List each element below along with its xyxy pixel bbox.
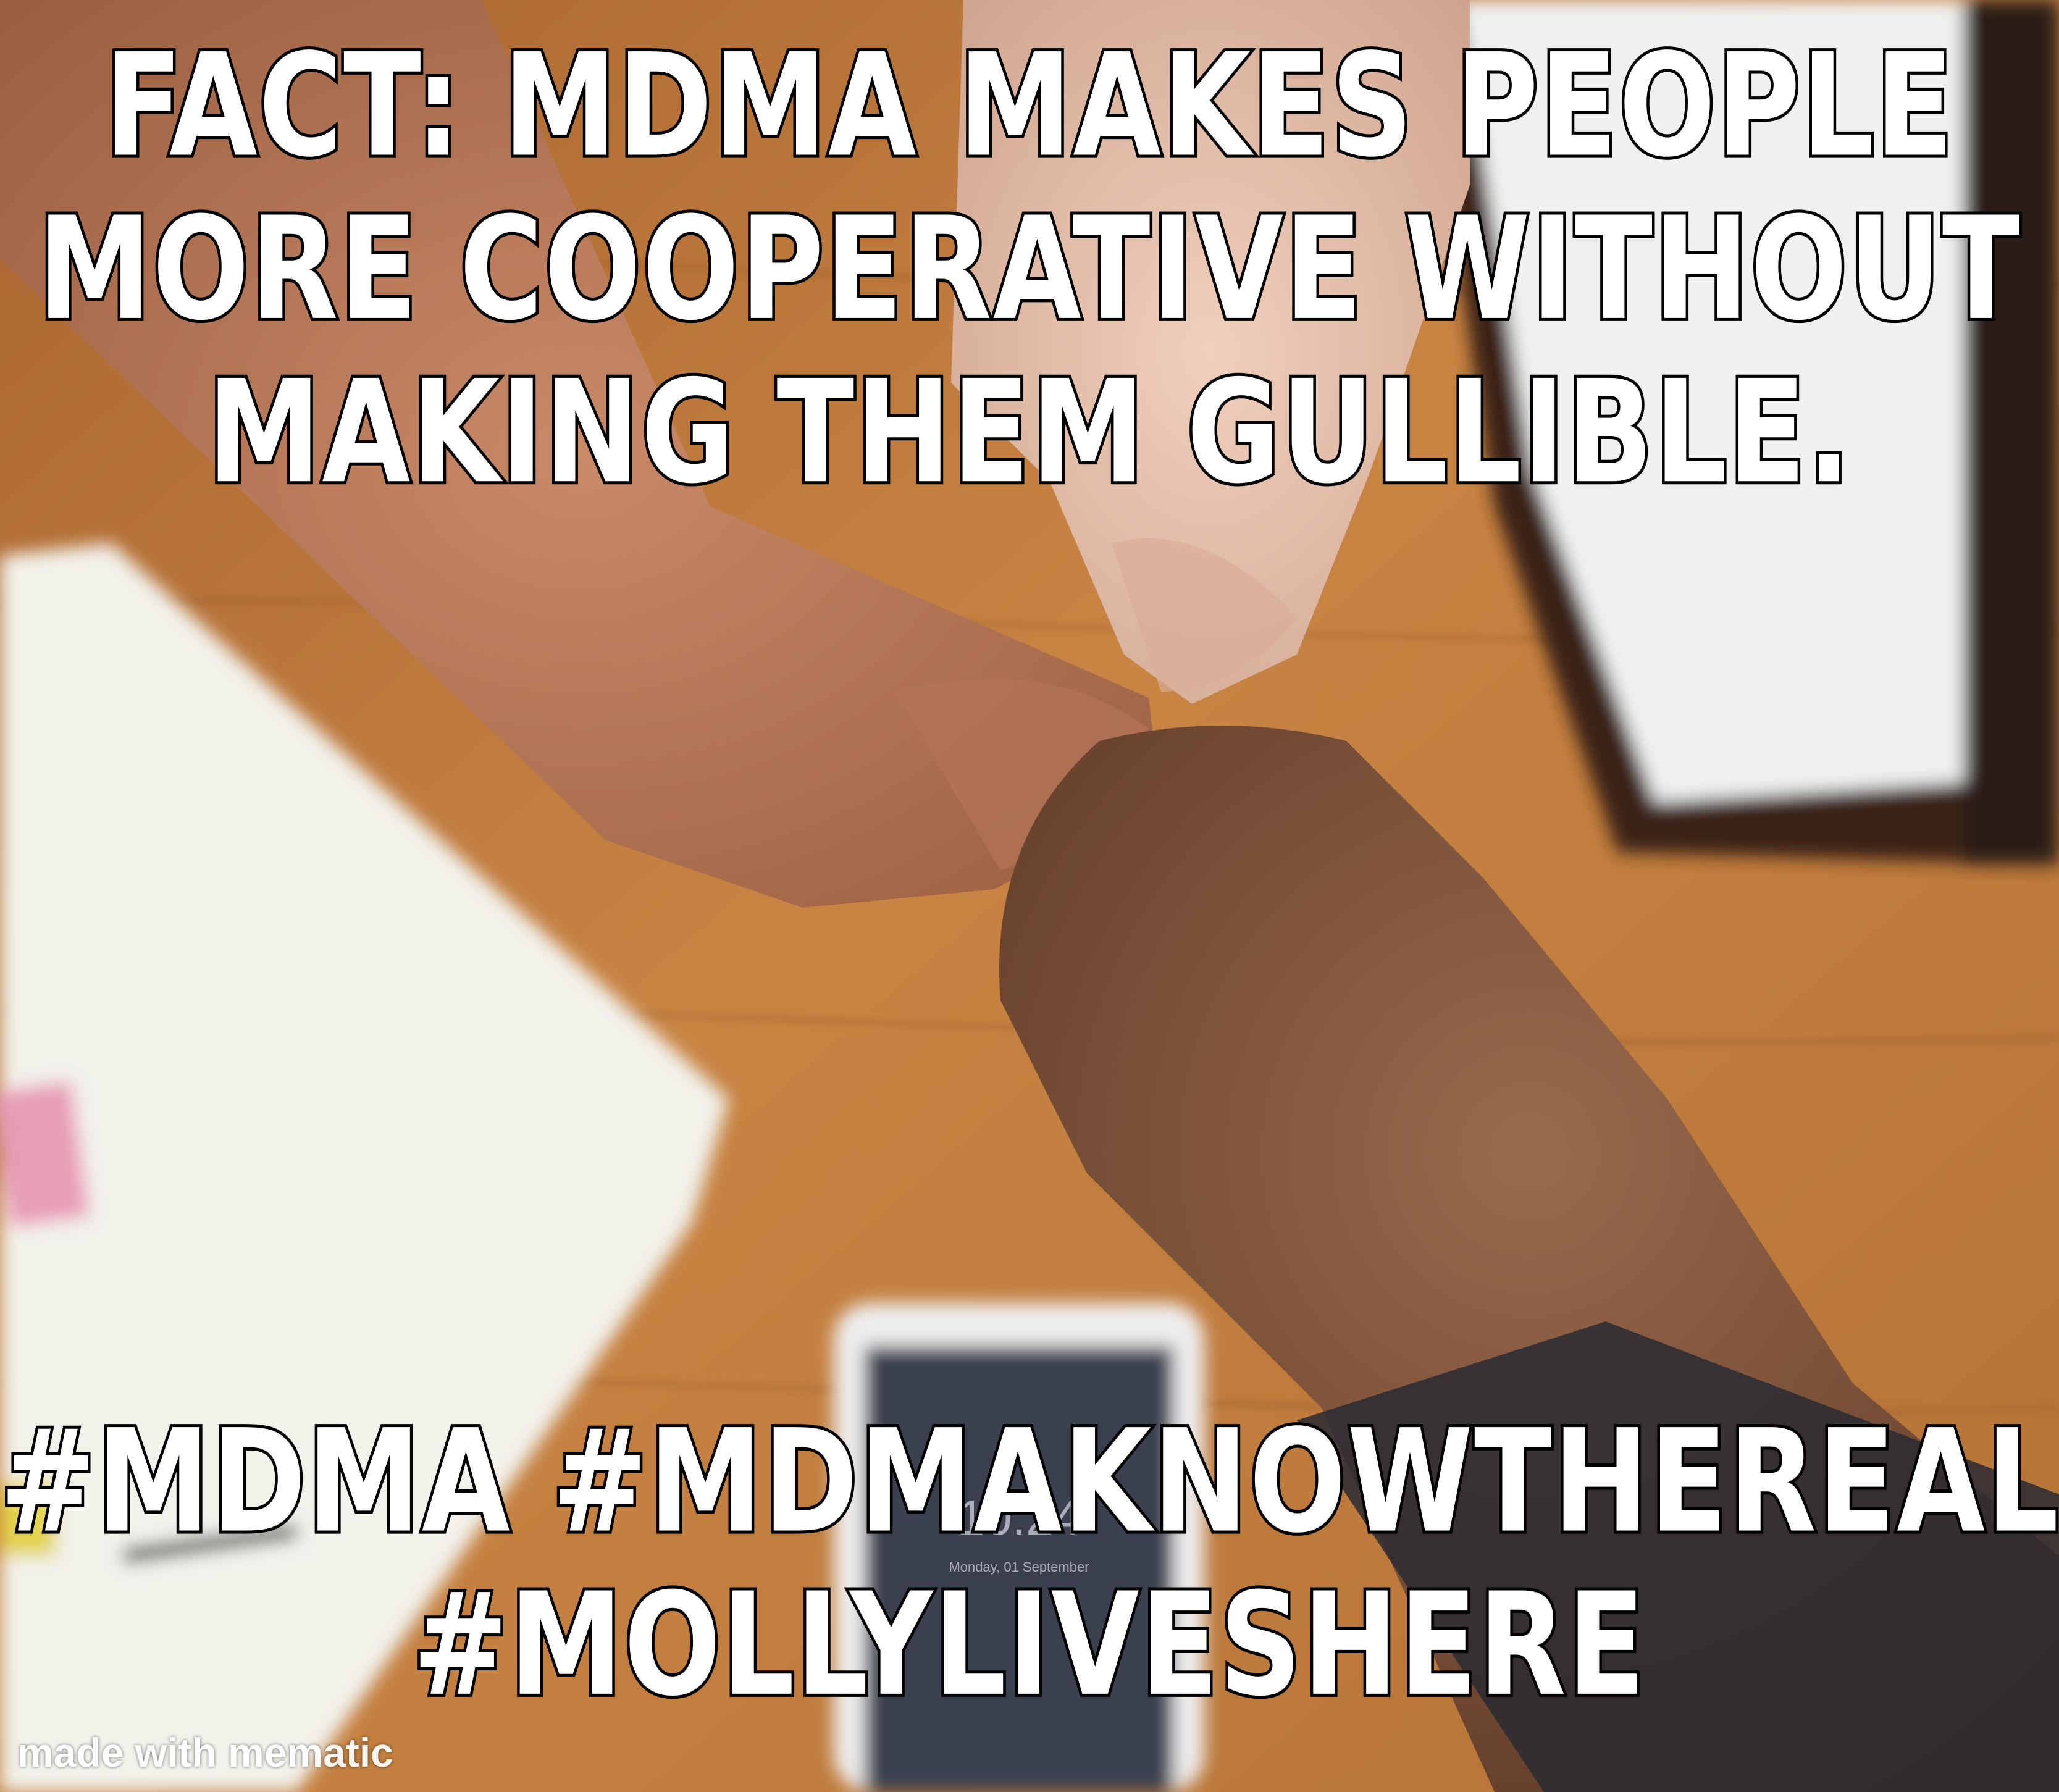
bottom-caption: #MDMA #MDMAKNOWTHEREALFACTS #MOLLYLIVESH…: [0, 1397, 2059, 1730]
meme-canvas: 10:24 Monday, 01 September FACT: MDMA MA…: [0, 0, 2059, 1792]
top-caption: FACT: MDMA MAKES PEOPLE MORE COOPERATIVE…: [0, 22, 2059, 517]
bottom-caption-line-2: #MOLLYLIVESHERE: [410, 1560, 1648, 1730]
mematic-watermark: made with mematic: [17, 1730, 393, 1775]
top-caption-line-2: MORE COOPERATIVE WITHOUT: [35, 185, 2023, 354]
top-caption-line-1: FACT: MDMA MAKES PEOPLE: [102, 22, 1956, 191]
top-caption-line-3: MAKING THEM GULLIBLE.: [204, 348, 1853, 517]
bottom-caption-line-1: #MDMA #MDMAKNOWTHEREALFACTS: [0, 1397, 2059, 1567]
